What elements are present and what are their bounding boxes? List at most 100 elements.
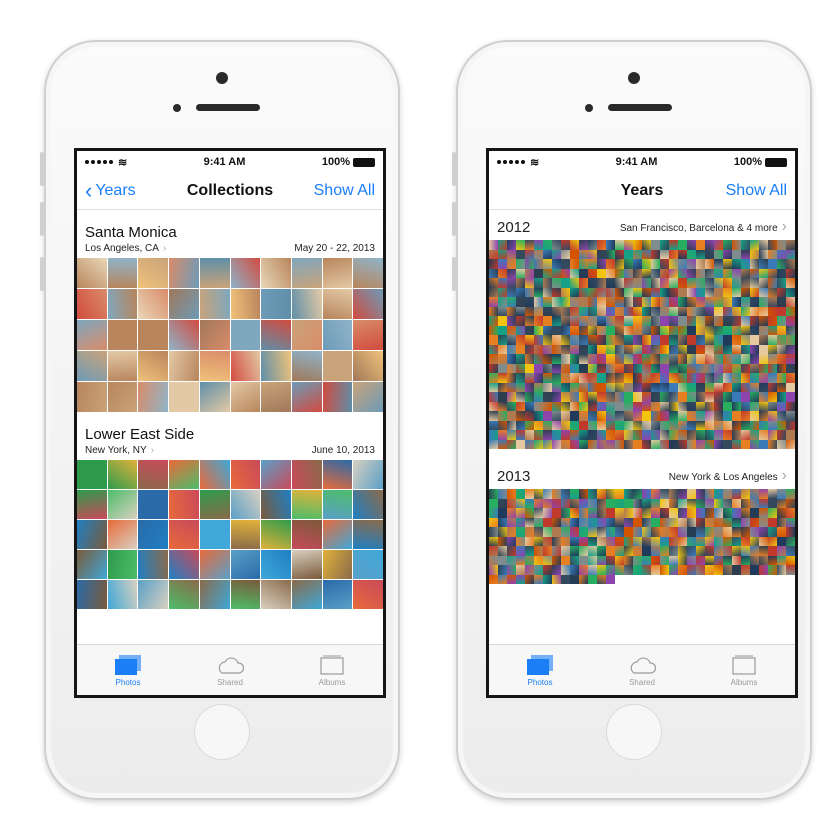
photo-thumbnail[interactable]: [651, 325, 660, 335]
photo-thumbnail[interactable]: [768, 508, 777, 518]
photo-thumbnail[interactable]: [516, 411, 525, 421]
photo-thumbnail[interactable]: [768, 249, 777, 259]
photo-thumbnail[interactable]: [642, 439, 651, 449]
photo-thumbnail[interactable]: [687, 546, 696, 556]
photo-thumbnail[interactable]: [759, 240, 768, 250]
photo-thumbnail[interactable]: [261, 490, 291, 519]
photo-thumbnail[interactable]: [696, 555, 705, 565]
photo-thumbnail[interactable]: [624, 278, 633, 288]
photo-thumbnail[interactable]: [507, 401, 516, 411]
photo-thumbnail[interactable]: [552, 439, 561, 449]
photo-thumbnail[interactable]: [642, 268, 651, 278]
photo-thumbnail[interactable]: [705, 249, 714, 259]
photo-thumbnail[interactable]: [660, 297, 669, 307]
photo-thumbnail[interactable]: [322, 289, 353, 319]
photo-thumbnail[interactable]: [516, 546, 525, 556]
photo-thumbnail[interactable]: [516, 420, 525, 430]
photo-thumbnail[interactable]: [642, 555, 651, 565]
photo-thumbnail[interactable]: [507, 287, 516, 297]
photo-thumbnail[interactable]: [633, 508, 642, 518]
photo-thumbnail[interactable]: [588, 344, 597, 354]
photo-thumbnail[interactable]: [570, 335, 579, 345]
photo-thumbnail[interactable]: [230, 320, 261, 350]
photo-thumbnail[interactable]: [786, 287, 795, 297]
photo-thumbnail[interactable]: [579, 498, 588, 508]
photo-thumbnail[interactable]: [507, 316, 516, 326]
photo-thumbnail[interactable]: [669, 508, 678, 518]
photo-thumbnail[interactable]: [579, 268, 588, 278]
photo-thumbnail[interactable]: [633, 546, 642, 556]
photo-thumbnail[interactable]: [651, 354, 660, 364]
photo-thumbnail[interactable]: [543, 373, 552, 383]
photo-thumbnail[interactable]: [723, 240, 732, 250]
photo-thumbnail[interactable]: [732, 363, 741, 373]
photo-thumbnail[interactable]: [714, 517, 723, 527]
photo-thumbnail[interactable]: [579, 574, 588, 584]
photo-thumbnail[interactable]: [489, 546, 498, 556]
photo-thumbnail[interactable]: [543, 259, 552, 269]
tab-photos[interactable]: Photos: [500, 654, 580, 687]
photo-thumbnail[interactable]: [732, 259, 741, 269]
photo-thumbnail[interactable]: [633, 411, 642, 421]
photo-thumbnail[interactable]: [768, 420, 777, 430]
photo-thumbnail[interactable]: [669, 306, 678, 316]
photo-thumbnail[interactable]: [579, 527, 588, 537]
photo-thumbnail[interactable]: [705, 306, 714, 316]
photo-thumbnail[interactable]: [750, 373, 759, 383]
photo-thumbnail[interactable]: [498, 249, 507, 259]
photo-thumbnail[interactable]: [169, 580, 199, 609]
photo-thumbnail[interactable]: [199, 258, 230, 288]
photo-thumbnail[interactable]: [741, 373, 750, 383]
photo-thumbnail[interactable]: [534, 249, 543, 259]
photo-thumbnail[interactable]: [615, 325, 624, 335]
photo-thumbnail[interactable]: [516, 401, 525, 411]
photo-thumbnail[interactable]: [669, 498, 678, 508]
photo-thumbnail[interactable]: [660, 508, 669, 518]
year-header[interactable]: 2013 New York & Los Angeles ›: [489, 449, 795, 489]
photo-thumbnail[interactable]: [759, 508, 768, 518]
photo-thumbnail[interactable]: [750, 306, 759, 316]
photo-thumbnail[interactable]: [516, 268, 525, 278]
photo-thumbnail[interactable]: [786, 297, 795, 307]
photo-thumbnail[interactable]: [489, 306, 498, 316]
photo-thumbnail[interactable]: [642, 411, 651, 421]
photo-thumbnail[interactable]: [561, 287, 570, 297]
photo-thumbnail[interactable]: [570, 297, 579, 307]
photo-thumbnail[interactable]: [322, 351, 353, 381]
photo-thumbnail[interactable]: [261, 320, 291, 350]
photo-thumbnail[interactable]: [552, 420, 561, 430]
photo-thumbnail[interactable]: [777, 287, 786, 297]
photo-thumbnail[interactable]: [561, 527, 570, 537]
photo-thumbnail[interactable]: [570, 354, 579, 364]
photo-thumbnail[interactable]: [597, 401, 606, 411]
photo-thumbnail[interactable]: [615, 297, 624, 307]
photo-thumbnail[interactable]: [786, 306, 795, 316]
photo-thumbnail[interactable]: [759, 555, 768, 565]
photo-thumbnail[interactable]: [615, 536, 624, 546]
photo-thumbnail[interactable]: [516, 489, 525, 499]
photo-thumbnail[interactable]: [642, 401, 651, 411]
photo-thumbnail[interactable]: [507, 546, 516, 556]
photo-thumbnail[interactable]: [768, 401, 777, 411]
photo-thumbnail[interactable]: [525, 527, 534, 537]
photo-thumbnail[interactable]: [786, 527, 795, 537]
photo-thumbnail[interactable]: [714, 392, 723, 402]
photo-thumbnail[interactable]: [624, 259, 633, 269]
photo-thumbnail[interactable]: [642, 430, 651, 440]
photo-thumbnail[interactable]: [741, 536, 750, 546]
photo-thumbnail[interactable]: [534, 489, 543, 499]
photo-thumbnail[interactable]: [732, 268, 741, 278]
photo-thumbnail[interactable]: [579, 316, 588, 326]
tab-albums[interactable]: Albums: [292, 654, 372, 687]
photo-thumbnail[interactable]: [660, 268, 669, 278]
photo-thumbnail[interactable]: [723, 249, 732, 259]
photo-thumbnail[interactable]: [534, 517, 543, 527]
photo-thumbnail[interactable]: [606, 297, 615, 307]
photo-thumbnail[interactable]: [606, 259, 615, 269]
photo-thumbnail[interactable]: [624, 565, 633, 575]
photo-thumbnail[interactable]: [543, 536, 552, 546]
photo-thumbnail[interactable]: [615, 430, 624, 440]
photo-thumbnail[interactable]: [696, 335, 705, 345]
photo-thumbnail[interactable]: [750, 420, 759, 430]
photo-thumbnail[interactable]: [750, 536, 759, 546]
